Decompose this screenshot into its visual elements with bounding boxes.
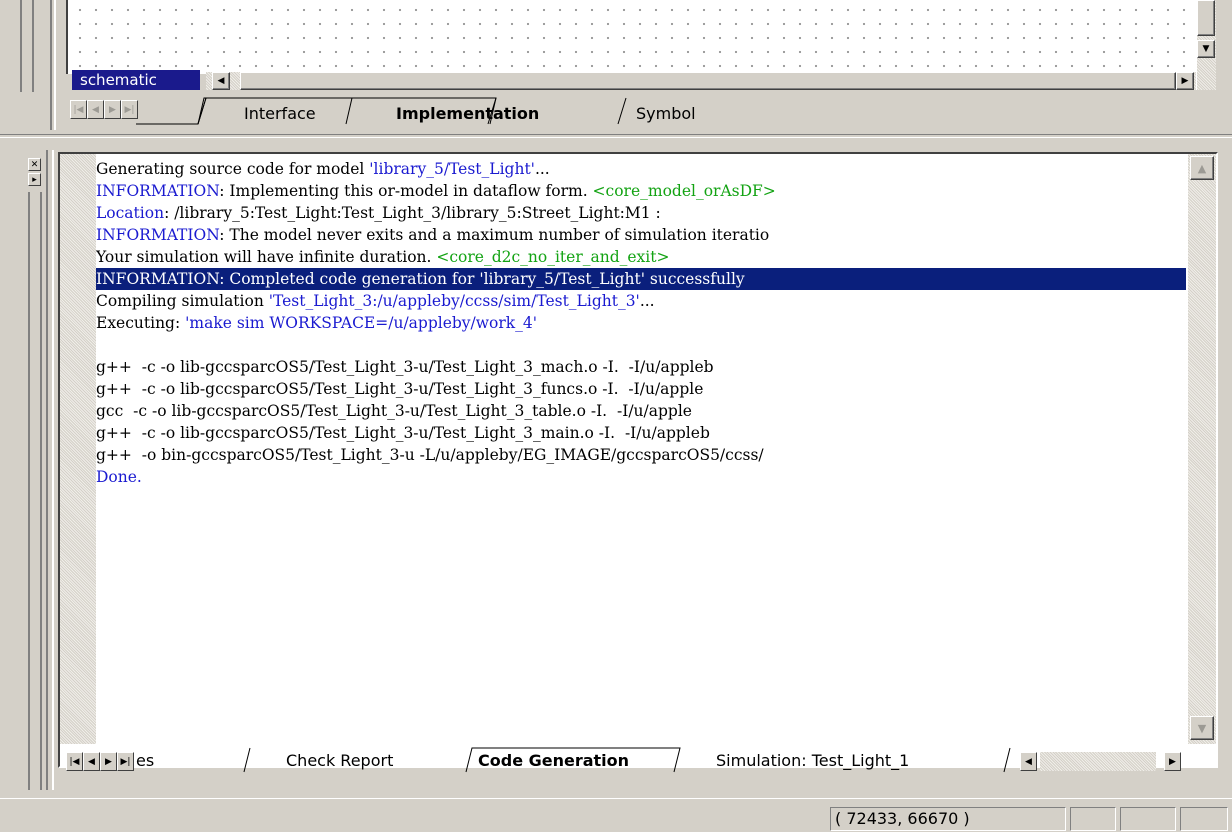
log-line[interactable]: g++ -c -o lib-gccsparcOS5/Test_Light_3-u… bbox=[96, 422, 1186, 444]
pane-controls: ✕ ▸ bbox=[28, 158, 42, 188]
log-line[interactable]: Location: /library_5:Test_Light:Test_Lig… bbox=[96, 202, 1186, 224]
close-icon[interactable]: ✕ bbox=[28, 158, 41, 171]
log-line[interactable]: INFORMATION: The model never exits and a… bbox=[96, 224, 1186, 246]
log-line-selected[interactable]: INFORMATION: Completed code generation f… bbox=[96, 268, 1186, 290]
code-generation-log[interactable]: Generating source code for model 'librar… bbox=[96, 158, 1186, 744]
left-frame-bar bbox=[28, 192, 42, 790]
log-text: <core_d2c_no_iter_and_exit> bbox=[436, 248, 670, 266]
log-vertical-scrollbar[interactable]: ▲ ▼ bbox=[1188, 154, 1216, 744]
status-panel bbox=[1070, 807, 1116, 831]
log-text: 'Test_Light_3:/u/appleby/ccss/sim/Test_L… bbox=[268, 292, 640, 310]
log-line[interactable]: gcc -c -o lib-gccsparcOS5/Test_Light_3-u… bbox=[96, 400, 1186, 422]
log-text: : /library_5:Test_Light:Test_Light_3/lib… bbox=[164, 204, 661, 222]
schematic-scroll-thumb[interactable] bbox=[240, 72, 1176, 90]
log-text: Done. bbox=[96, 468, 142, 486]
tab-code-generation[interactable]: Code Generation bbox=[478, 751, 629, 770]
log-text: : Implementing this or-model in dataflow… bbox=[219, 182, 593, 200]
tab-scroll-right-icon[interactable]: ▶ bbox=[1164, 752, 1181, 771]
log-line[interactable]: INFORMATION: Implementing this or-model … bbox=[96, 180, 1186, 202]
scroll-down-icon[interactable]: ▼ bbox=[1197, 40, 1215, 58]
scroll-right-icon[interactable]: ▶ bbox=[1176, 72, 1194, 90]
log-text: g++ -o bin-gccsparcOS5/Test_Light_3-u -L… bbox=[96, 446, 764, 464]
log-line[interactable]: g++ -c -o lib-gccsparcOS5/Test_Light_3-u… bbox=[96, 378, 1186, 400]
log-text: g++ -c -o lib-gccsparcOS5/Test_Light_3-u… bbox=[96, 380, 704, 398]
log-line[interactable]: Done. bbox=[96, 466, 1186, 488]
status-bar: ( 72433, 66670 ) bbox=[0, 798, 1232, 832]
log-line[interactable] bbox=[96, 334, 1186, 356]
log-line[interactable]: Executing: 'make sim WORKSPACE=/u/appleb… bbox=[96, 312, 1186, 334]
tab-simulation[interactable]: Simulation: Test_Light_1 bbox=[716, 751, 909, 770]
left-frame-divider bbox=[50, 0, 56, 130]
log-text: Compiling simulation bbox=[96, 292, 269, 310]
log-text: INFORMATION: Completed code generation f… bbox=[96, 270, 745, 288]
left-frame-bar bbox=[20, 0, 34, 92]
first-tab-icon[interactable]: |◀ bbox=[70, 100, 87, 119]
tab-symbol[interactable]: Symbol bbox=[636, 104, 696, 123]
left-frame-divider bbox=[46, 150, 54, 790]
output-tab-strip: |◀ ◀ ▶ ▶| es Check Report Code Generatio… bbox=[60, 744, 1218, 776]
next-tab-icon[interactable]: ▶ bbox=[104, 100, 121, 119]
prev-tab-icon[interactable]: ◀ bbox=[87, 100, 104, 119]
log-line[interactable]: g++ -c -o lib-gccsparcOS5/Test_Light_3-u… bbox=[96, 356, 1186, 378]
tab-scroll-left-icon[interactable]: ◀ bbox=[1020, 752, 1037, 771]
log-text: INFORMATION bbox=[96, 226, 220, 244]
tab-scroll-track[interactable] bbox=[1040, 752, 1156, 771]
log-line[interactable]: Compiling simulation 'Test_Light_3:/u/ap… bbox=[96, 290, 1186, 312]
scroll-thumb[interactable] bbox=[1197, 0, 1215, 36]
log-text: ... bbox=[639, 292, 655, 310]
pane-separator[interactable] bbox=[0, 134, 1232, 138]
log-text: Generating source code for model bbox=[96, 160, 370, 178]
scroll-up-icon[interactable]: ▲ bbox=[1190, 156, 1214, 180]
log-text: gcc -c -o lib-gccsparcOS5/Test_Light_3-u… bbox=[96, 402, 692, 420]
log-text: g++ -c -o lib-gccsparcOS5/Test_Light_3-u… bbox=[96, 358, 714, 376]
scroll-left-icon[interactable]: ◀ bbox=[212, 72, 230, 90]
schematic-canvas[interactable] bbox=[66, 0, 1196, 74]
log-line[interactable]: g++ -o bin-gccsparcOS5/Test_Light_3-u -L… bbox=[96, 444, 1186, 466]
coordinate-readout: ( 72433, 66670 ) bbox=[830, 807, 1066, 831]
log-text: Your simulation will have infinite durat… bbox=[96, 248, 437, 266]
log-text: Executing: bbox=[96, 314, 186, 332]
log-text: 'make sim WORKSPACE=/u/appleby/work_4' bbox=[185, 314, 538, 332]
tab-interface[interactable]: Interface bbox=[244, 104, 316, 123]
tab-implementation[interactable]: Implementation bbox=[396, 104, 539, 123]
scroll-down-icon[interactable]: ▼ bbox=[1190, 716, 1214, 740]
status-panel bbox=[1180, 807, 1228, 831]
schematic-view-label[interactable]: schematic bbox=[72, 70, 200, 90]
detach-icon[interactable]: ▸ bbox=[28, 173, 41, 186]
log-text: 'library_5/Test_Light' bbox=[369, 160, 535, 178]
log-text: : The model never exits and a maximum nu… bbox=[219, 226, 770, 244]
log-gutter bbox=[60, 154, 96, 744]
tab-check-report[interactable]: Check Report bbox=[286, 751, 393, 770]
status-panel bbox=[1120, 807, 1176, 831]
tab-messages[interactable]: es bbox=[136, 751, 154, 770]
schematic-vertical-scrollbar[interactable]: ▼ bbox=[1196, 0, 1216, 90]
log-text: <core_model_orAsDF> bbox=[592, 182, 776, 200]
log-text: g++ -c -o lib-gccsparcOS5/Test_Light_3-u… bbox=[96, 424, 710, 442]
log-text: ... bbox=[534, 160, 550, 178]
log-line[interactable]: Your simulation will have infinite durat… bbox=[96, 246, 1186, 268]
log-line[interactable]: Generating source code for model 'librar… bbox=[96, 158, 1186, 180]
log-text: Location bbox=[96, 204, 165, 222]
log-text: INFORMATION bbox=[96, 182, 220, 200]
schematic-tab-strip: |◀ ◀ ▶ ▶| Interface Implementation Symbo… bbox=[70, 94, 1190, 130]
